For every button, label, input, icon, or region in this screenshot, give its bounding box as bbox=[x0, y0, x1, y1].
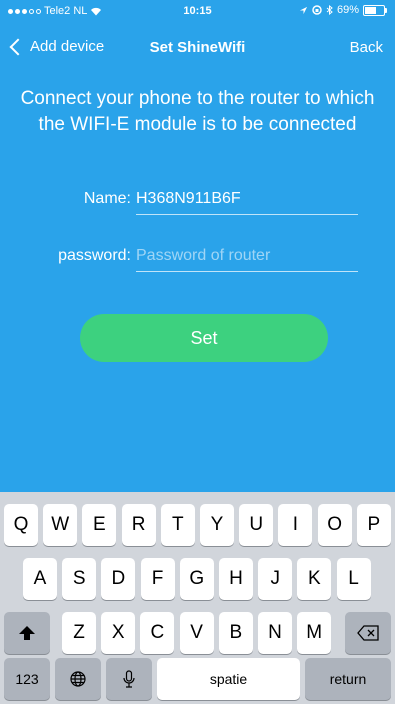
app-screen: Tele2 NL 10:15 69% Add device Set ShineW… bbox=[0, 0, 395, 492]
globe-icon bbox=[70, 671, 86, 687]
return-key[interactable]: return bbox=[305, 658, 391, 700]
key-q[interactable]: Q bbox=[4, 504, 38, 546]
keyboard-row-3: ZXCVBNM bbox=[0, 612, 395, 654]
keyboard-row-2: ASDFGHJKL bbox=[0, 558, 395, 600]
key-j[interactable]: J bbox=[258, 558, 293, 600]
key-o[interactable]: O bbox=[317, 504, 352, 546]
set-button[interactable]: Set bbox=[80, 314, 328, 362]
key-v[interactable]: V bbox=[179, 612, 214, 654]
key-h[interactable]: H bbox=[219, 558, 253, 600]
battery-icon bbox=[363, 4, 387, 16]
back-button[interactable]: Back bbox=[350, 39, 383, 56]
microphone-icon bbox=[123, 670, 135, 688]
navigation-bar: Add device Set ShineWifi Back bbox=[0, 30, 395, 66]
space-key[interactable]: spatie bbox=[157, 658, 300, 700]
delete-key[interactable] bbox=[345, 612, 391, 654]
key-d[interactable]: D bbox=[101, 558, 136, 600]
location-icon bbox=[299, 6, 308, 14]
password-label: password: bbox=[58, 247, 131, 264]
key-y[interactable]: Y bbox=[200, 504, 234, 546]
key-z[interactable]: Z bbox=[62, 612, 96, 654]
password-input[interactable] bbox=[136, 247, 358, 265]
key-m[interactable]: M bbox=[297, 612, 332, 654]
status-bar: Tele2 NL 10:15 69% bbox=[0, 0, 395, 22]
name-label: Name: bbox=[83, 190, 131, 207]
key-x[interactable]: X bbox=[101, 612, 136, 654]
key-r[interactable]: R bbox=[121, 504, 156, 546]
lock-rotation-icon bbox=[312, 5, 322, 15]
instruction-text: Connect your phone to the router to whic… bbox=[20, 88, 375, 135]
key-s[interactable]: S bbox=[62, 558, 97, 600]
numbers-key[interactable]: 123 bbox=[4, 658, 50, 700]
key-t[interactable]: T bbox=[160, 504, 195, 546]
backspace-icon bbox=[357, 625, 379, 641]
globe-key[interactable] bbox=[55, 658, 101, 700]
key-c[interactable]: C bbox=[140, 612, 175, 654]
keyboard: QWERTYUIOP ASDFGHJKL ZXCVBNM 123 spatie … bbox=[0, 492, 395, 704]
key-p[interactable]: P bbox=[356, 504, 391, 546]
password-field[interactable] bbox=[136, 247, 358, 272]
shift-key[interactable] bbox=[4, 612, 50, 654]
keyboard-row-1: QWERTYUIOP bbox=[0, 504, 395, 546]
status-right: 69% bbox=[299, 4, 387, 16]
shift-arrow-icon bbox=[19, 626, 35, 640]
key-e[interactable]: E bbox=[82, 504, 117, 546]
key-n[interactable]: N bbox=[258, 612, 292, 654]
key-g[interactable]: G bbox=[179, 558, 214, 600]
key-k[interactable]: K bbox=[297, 558, 332, 600]
key-f[interactable]: F bbox=[140, 558, 175, 600]
battery-percent: 69% bbox=[336, 4, 359, 16]
key-a[interactable]: A bbox=[23, 558, 57, 600]
name-field[interactable] bbox=[136, 190, 358, 215]
bluetooth-icon bbox=[326, 5, 333, 15]
name-input[interactable] bbox=[136, 190, 358, 208]
key-i[interactable]: I bbox=[278, 504, 313, 546]
microphone-key[interactable] bbox=[106, 658, 152, 700]
key-b[interactable]: B bbox=[218, 612, 253, 654]
key-l[interactable]: L bbox=[336, 558, 371, 600]
key-w[interactable]: W bbox=[43, 504, 78, 546]
key-u[interactable]: U bbox=[239, 504, 274, 546]
keyboard-row-4: 123 spatie return bbox=[0, 658, 395, 700]
page-title: Set ShineWifi bbox=[149, 39, 246, 56]
